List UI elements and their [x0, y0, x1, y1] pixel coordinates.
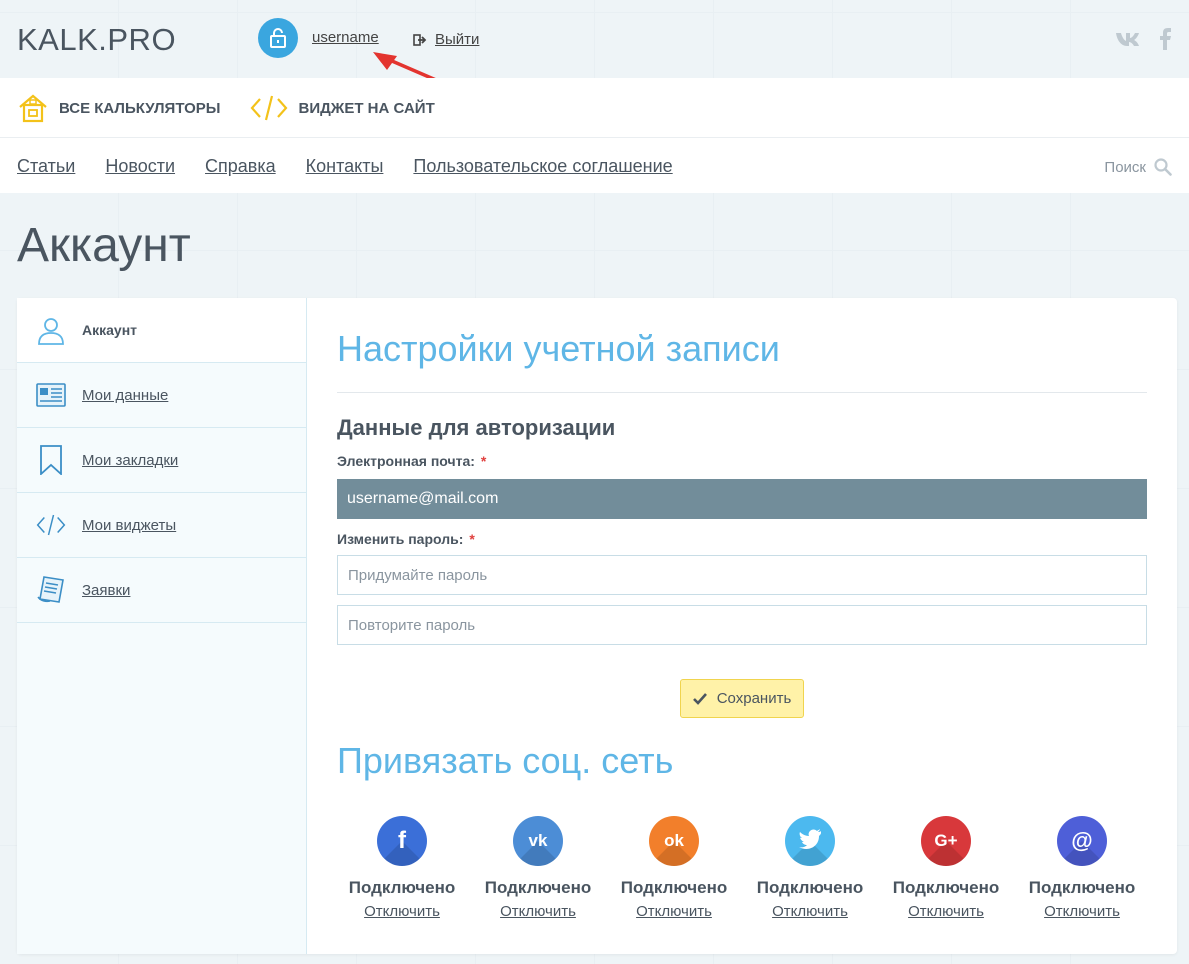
social-status: Подключено	[348, 878, 456, 897]
disconnect-link[interactable]: Отключить	[886, 903, 1006, 920]
social-top	[1115, 28, 1171, 50]
document-icon	[36, 575, 66, 605]
lock-icon[interactable]	[258, 18, 298, 58]
divider	[0, 137, 1189, 138]
site-logo[interactable]: KALK.PRO	[17, 22, 176, 58]
main-nav: Статьи Новости Справка Контакты Пользова…	[17, 156, 673, 177]
settings-content: Настройки учетной записи Данные для авто…	[337, 298, 1147, 920]
search-label: Поиск	[1104, 158, 1146, 176]
sidebar-item-label: Мои данные	[82, 386, 169, 404]
sidebar-item-widgets[interactable]: Мои виджеты	[17, 493, 306, 558]
save-row: Сохранить	[337, 679, 1147, 718]
sidebar-item-label: Мои виджеты	[82, 516, 177, 534]
sidebar: Аккаунт Мои данные Мои закладки Мои видж…	[17, 298, 307, 954]
code-icon	[251, 95, 288, 121]
social-mail: @ Подключено Отключить	[1022, 816, 1142, 920]
vk-icon: vk	[513, 816, 563, 866]
nav-user-agreement[interactable]: Пользовательское соглашение	[413, 156, 672, 177]
auth-section-title: Данные для авторизации	[337, 415, 616, 440]
house-icon	[19, 94, 47, 123]
password-label: Изменить пароль: *	[337, 531, 1147, 547]
header-band: ВСЕ КАЛЬКУЛЯТОРЫ ВИДЖЕТ НА САЙТ Статьи Н…	[0, 78, 1189, 193]
bookmark-icon	[36, 445, 66, 475]
email-label-text: Электронная почта:	[337, 453, 475, 469]
email-label: Электронная почта: *	[337, 453, 1147, 469]
divider	[337, 392, 1147, 393]
all-calculators-link[interactable]: ВСЕ КАЛЬКУЛЯТОРЫ	[17, 92, 220, 124]
password-repeat-input[interactable]: Повторите пароль	[337, 605, 1147, 645]
page-title: Аккаунт	[17, 219, 191, 272]
social-facebook: f Подключено Отключить	[342, 816, 462, 920]
required-mark: *	[480, 453, 487, 469]
nav-articles[interactable]: Статьи	[17, 156, 75, 177]
save-label: Сохранить	[716, 690, 792, 707]
nav-help[interactable]: Справка	[205, 156, 276, 177]
email-field[interactable]: username@mail.com	[337, 479, 1147, 519]
disconnect-link[interactable]: Отключить	[478, 903, 598, 920]
sidebar-item-my-data[interactable]: Мои данные	[17, 363, 306, 428]
social-status: Подключено	[1028, 878, 1136, 897]
social-odnoklassniki: ok Подключено Отключить	[614, 816, 734, 920]
sidebar-item-bookmarks[interactable]: Мои закладки	[17, 428, 306, 493]
widget-link[interactable]: ВИДЖЕТ НА САЙТ	[250, 94, 435, 122]
sidebar-item-requests[interactable]: Заявки	[17, 558, 306, 623]
password-input[interactable]: Придумайте пароль	[337, 555, 1147, 595]
social-vk: vk Подключено Отключить	[478, 816, 598, 920]
search-icon	[1154, 158, 1172, 176]
required-mark: *	[469, 531, 475, 547]
social-title: Привязать соц. сеть	[337, 740, 674, 781]
id-card-icon	[36, 380, 66, 410]
social-status: Подключено	[484, 878, 592, 897]
disconnect-link[interactable]: Отключить	[1022, 903, 1142, 920]
facebook-icon[interactable]	[1159, 28, 1171, 50]
odnoklassniki-icon: ok	[649, 816, 699, 866]
sidebar-item-label: Заявки	[82, 581, 131, 599]
account-card: Аккаунт Мои данные Мои закладки Мои видж…	[17, 298, 1177, 954]
code-icon	[36, 510, 66, 540]
sidebar-item-account[interactable]: Аккаунт	[17, 298, 306, 363]
category-row: ВСЕ КАЛЬКУЛЯТОРЫ ВИДЖЕТ НА САЙТ	[17, 92, 435, 124]
save-button[interactable]: Сохранить	[679, 679, 805, 718]
user-icon	[36, 315, 66, 345]
top-bar: KALK.PRO username Выйти	[0, 0, 1189, 98]
checkmark-icon	[692, 692, 707, 705]
social-status: Подключено	[892, 878, 1000, 897]
password-label-text: Изменить пароль:	[337, 531, 464, 547]
disconnect-link[interactable]: Отключить	[614, 903, 734, 920]
all-calculators-label: ВСЕ КАЛЬКУЛЯТОРЫ	[59, 99, 221, 117]
social-google-plus: G+ Подключено Отключить	[886, 816, 1006, 920]
facebook-icon: f	[377, 816, 427, 866]
mail-icon: @	[1057, 816, 1107, 866]
social-status: Подключено	[620, 878, 728, 897]
sidebar-item-label: Аккаунт	[82, 322, 138, 338]
social-twitter: Подключено Отключить	[750, 816, 870, 920]
widget-label: ВИДЖЕТ НА САЙТ	[298, 99, 435, 117]
sidebar-item-label: Мои закладки	[82, 451, 179, 469]
nav-contacts[interactable]: Контакты	[306, 156, 384, 177]
search-button[interactable]: Поиск	[1104, 158, 1172, 176]
settings-title: Настройки учетной записи	[337, 328, 780, 369]
vk-icon[interactable]	[1115, 31, 1141, 47]
social-status: Подключено	[756, 878, 864, 897]
disconnect-link[interactable]: Отключить	[750, 903, 870, 920]
disconnect-link[interactable]: Отключить	[342, 903, 462, 920]
twitter-icon	[785, 816, 835, 866]
nav-news[interactable]: Новости	[105, 156, 175, 177]
google-plus-icon: G+	[921, 816, 971, 866]
